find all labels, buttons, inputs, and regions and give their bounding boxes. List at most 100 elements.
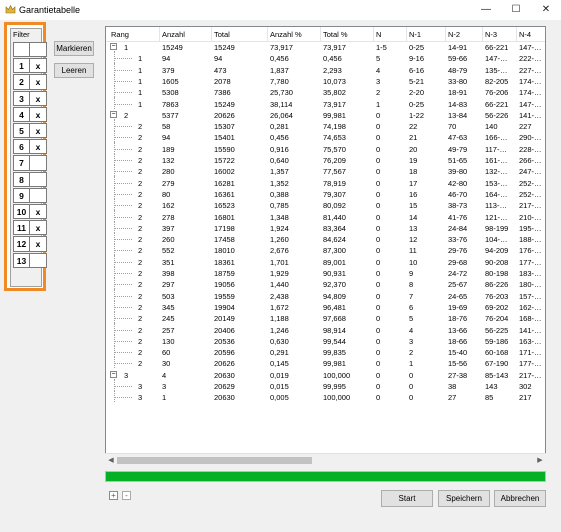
- column-divider[interactable]: [159, 27, 160, 41]
- table-row[interactable]: 2 132 15722 0,640 76,209 0 19 51-65 161-… 266-…: [106, 153, 545, 166]
- collapse-icon[interactable]: −: [110, 370, 117, 378]
- table-row[interactable]: 2 397 17198 1,924 83,364 0 13 24-84 98-199 195-…: [106, 220, 545, 234]
- filter-number-cell[interactable]: 13: [13, 252, 30, 268]
- scroll-right-icon[interactable]: ▶: [535, 456, 545, 465]
- column-divider[interactable]: [320, 27, 321, 41]
- filter-number-cell[interactable]: 3: [13, 90, 30, 106]
- column-header[interactable]: Total %: [323, 30, 348, 39]
- speichern-button[interactable]: Speichern: [438, 490, 490, 507]
- filter-mark-cell[interactable]: [30, 155, 47, 171]
- table-row[interactable]: 2 398 18759 1,929 90,931 0 9 24-72 80-198 183-…: [106, 266, 545, 279]
- column-header[interactable]: Anzahl: [162, 30, 185, 39]
- filter-mark-cell[interactable]: [30, 171, 47, 187]
- column-header[interactable]: N-4: [519, 30, 531, 39]
- table-row[interactable]: 2 130 20536 0,630 99,544 0 3 18-66 59-186 163-…: [106, 333, 545, 347]
- column-header[interactable]: N-3: [485, 30, 497, 39]
- column-divider[interactable]: [211, 27, 212, 41]
- markieren-button[interactable]: Markieren: [54, 41, 94, 56]
- table-row[interactable]: 2 30 20626 0,145 99,981 0 1 15-56 67-190 177-…: [106, 356, 545, 369]
- table-row[interactable]: 2 503 19559 2,438 94,809 0 7 24-65 76-203 157-…: [106, 288, 545, 302]
- column-divider[interactable]: [445, 27, 446, 41]
- table-row[interactable]: 2 279 16281 1,352 78,919 0 17 42-80 153-… 252-…: [106, 175, 545, 189]
- column-header[interactable]: Total: [214, 30, 230, 39]
- minimize-button[interactable]: —: [471, 0, 501, 20]
- column-header[interactable]: Anzahl %: [270, 30, 302, 39]
- table-row[interactable]: 1 379 473 1,837 2,293 4 6-16 48-79 135-… 227-…: [106, 62, 545, 76]
- column-divider[interactable]: [406, 27, 407, 41]
- table-row[interactable]: 1 1605 2078 7,780 10,073 3 5-21 33-80 82-205 174-…: [106, 73, 545, 87]
- filter-number-cell[interactable]: 12: [13, 236, 30, 252]
- collapse-all-button[interactable]: -: [122, 491, 131, 500]
- filter-mark-cell[interactable]: x: [30, 123, 47, 139]
- table-row[interactable]: 2 94 15401 0,456 74,653 0 21 47-63 166-… 290-…: [106, 130, 545, 143]
- table-row[interactable]: 2 260 17458 1,260 84,624 0 12 33-76 104-… 188-…: [106, 232, 545, 245]
- table-row[interactable]: 2 257 20406 1,246 98,914 0 4 13-66 56-225 141-…: [106, 322, 545, 336]
- filter-number-cell[interactable]: 10: [13, 204, 30, 220]
- table-row[interactable]: 3 1 20630 0,005 100,000 0 0 27 85 217: [106, 390, 545, 403]
- filter-mark-cell[interactable]: x: [30, 204, 47, 220]
- column-header[interactable]: N-2: [448, 30, 460, 39]
- maximize-button[interactable]: ☐: [501, 0, 531, 20]
- table-row[interactable]: 1 94 94 0,456 0,456 5 9-16 59-66 147-… 222-…: [106, 51, 545, 64]
- filter-mark-cell[interactable]: [30, 42, 47, 58]
- filter-row[interactable]: 10 x: [13, 204, 47, 220]
- filter-row[interactable]: 3x: [13, 90, 47, 106]
- filter-number-cell[interactable]: [13, 42, 30, 58]
- scroll-thumb[interactable]: [117, 457, 312, 464]
- table-row[interactable]: 2 189 15590 0,916 75,570 0 20 49-79 117-… 228-…: [106, 141, 545, 155]
- filter-row[interactable]: 2x: [13, 74, 47, 90]
- collapse-icon[interactable]: −: [110, 43, 117, 50]
- filter-mark-cell[interactable]: [30, 252, 47, 268]
- leeren-button[interactable]: Leeren: [54, 63, 94, 78]
- filter-row[interactable]: 11 x: [13, 220, 47, 236]
- table-row[interactable]: 2 280 16002 1,357 77,567 0 18 39-80 132-… 247-…: [106, 164, 545, 177]
- collapse-icon[interactable]: −: [110, 110, 117, 118]
- filter-row[interactable]: 8: [13, 171, 47, 187]
- filter-mark-cell[interactable]: x: [30, 90, 47, 106]
- filter-row[interactable]: 6x: [13, 139, 47, 155]
- table-row[interactable]: 1 7863 15249 38,114 73,917 1 0-25 14-83 66-221 14…: [106, 96, 545, 110]
- filter-row[interactable]: 9: [13, 187, 47, 203]
- close-button[interactable]: ✕: [531, 0, 561, 20]
- column-divider[interactable]: [482, 27, 483, 41]
- column-header[interactable]: N: [376, 30, 381, 39]
- filter-number-cell[interactable]: 7: [13, 155, 30, 171]
- table-row[interactable]: 2 162 16523 0,785 80,092 0 15 38-73 113-… 217-…: [106, 198, 545, 211]
- filter-number-cell[interactable]: 6: [13, 139, 30, 155]
- filter-mark-cell[interactable]: x: [30, 220, 47, 236]
- column-divider[interactable]: [516, 27, 517, 41]
- table-row[interactable]: 2 60 20596 0,291 99,835 0 2 15-40 60-168 171-…: [106, 345, 545, 358]
- group-row[interactable]: −2 5377 20626 26,064 99,981 0 1-22 13-84 56-226 1…: [106, 110, 545, 121]
- filter-mark-cell[interactable]: x: [30, 74, 47, 90]
- filter-mark-cell[interactable]: x: [30, 139, 47, 155]
- group-row[interactable]: −1 15249 15249 73,917 73,917 1-5 0-25 14-91 66-2…: [106, 42, 545, 53]
- filter-row[interactable]: 4x: [13, 106, 47, 122]
- filter-number-cell[interactable]: 2: [13, 74, 30, 90]
- filter-row[interactable]: 7: [13, 155, 47, 171]
- filter-number-cell[interactable]: 1: [13, 58, 30, 74]
- table-row[interactable]: 2 552 18010 2,676 87,300 0 11 29-76 94-209 176-…: [106, 243, 545, 256]
- filter-number-cell[interactable]: 9: [13, 187, 30, 203]
- expand-all-button[interactable]: +: [109, 491, 118, 500]
- filter-row[interactable]: 5x: [13, 123, 47, 139]
- table-row[interactable]: 2 58 15307 0,281 74,198 0 22 70 140 227: [106, 119, 545, 132]
- column-divider[interactable]: [267, 27, 268, 41]
- filter-number-cell[interactable]: 11: [13, 220, 30, 236]
- abbrechen-button[interactable]: Abbrechen: [494, 490, 546, 507]
- column-header[interactable]: N-1: [409, 30, 421, 39]
- filter-mark-cell[interactable]: x: [30, 236, 47, 252]
- filter-number-cell[interactable]: 4: [13, 106, 30, 122]
- column-divider[interactable]: [373, 27, 374, 41]
- filter-mark-cell[interactable]: x: [30, 58, 47, 74]
- group-row[interactable]: −3 4 20630 0,019 100,000 0 0 27-38 85-143 217-…: [106, 370, 545, 381]
- filter-row[interactable]: 12 x: [13, 236, 47, 252]
- filter-row[interactable]: 13: [13, 252, 47, 268]
- filter-mark-cell[interactable]: [30, 187, 47, 203]
- table-row[interactable]: 2 297 19056 1,440 92,370 0 8 25-67 86-226 180-…: [106, 277, 545, 290]
- column-header[interactable]: Rang: [111, 30, 129, 39]
- filter-number-cell[interactable]: 8: [13, 171, 30, 187]
- start-button[interactable]: Start: [381, 490, 433, 507]
- filter-row[interactable]: 1x: [13, 58, 47, 74]
- horizontal-scrollbar[interactable]: ◀ ▶: [105, 453, 546, 467]
- filter-mark-cell[interactable]: x: [30, 106, 47, 122]
